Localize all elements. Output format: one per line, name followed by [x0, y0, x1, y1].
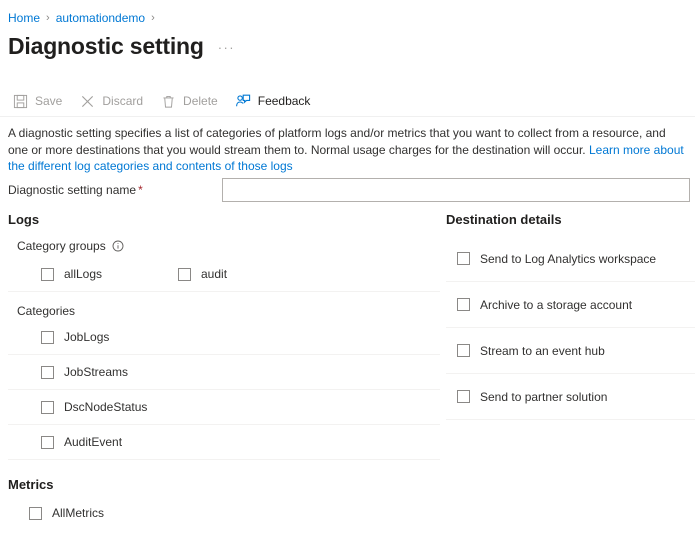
checkbox-archive-to-storage-account[interactable] — [457, 298, 470, 311]
description-text: A diagnostic setting specifies a list of… — [8, 125, 686, 175]
checkbox-send-to-partner-solution[interactable] — [457, 390, 470, 403]
checkbox-label-partner-solution: Send to partner solution — [480, 390, 607, 404]
checkbox-row-AllMetrics[interactable]: AllMetrics — [8, 496, 440, 530]
checkbox-row-JobLogs[interactable]: JobLogs — [8, 320, 440, 354]
checkbox-label-AuditEvent: AuditEvent — [64, 435, 122, 449]
checkbox-row-partner-solution[interactable]: Send to partner solution — [446, 374, 695, 419]
checkbox-JobStreams[interactable] — [41, 366, 54, 379]
breadcrumb-separator-icon: › — [46, 12, 50, 24]
discard-button[interactable]: Discard — [75, 88, 150, 114]
category-groups-label: Category groups — [17, 239, 440, 253]
checkbox-DscNodeStatus[interactable] — [41, 401, 54, 414]
checkbox-label-JobLogs: JobLogs — [64, 330, 109, 344]
save-icon — [12, 93, 29, 110]
metrics-list: AllMetrics — [8, 496, 440, 530]
trash-icon — [160, 93, 177, 110]
checkbox-row-JobStreams[interactable]: JobStreams — [8, 355, 440, 389]
checkbox-audit[interactable] — [178, 268, 191, 281]
checkbox-label-DscNodeStatus: DscNodeStatus — [64, 400, 147, 414]
save-button[interactable]: Save — [8, 88, 69, 114]
category-groups-list: allLogs audit — [8, 257, 440, 291]
checkbox-row-AuditEvent[interactable]: AuditEvent — [8, 425, 440, 459]
breadcrumb: Home › automationdemo › — [8, 11, 161, 25]
divider — [446, 419, 695, 420]
diagnostic-setting-name-input[interactable] — [222, 178, 690, 202]
logs-heading: Logs — [8, 212, 440, 227]
categories-label: Categories — [17, 304, 440, 318]
checkbox-AllMetrics[interactable] — [29, 507, 42, 520]
checkbox-row-DscNodeStatus[interactable]: DscNodeStatus — [8, 390, 440, 424]
feedback-button[interactable]: Feedback — [231, 88, 318, 114]
checkbox-label-JobStreams: JobStreams — [64, 365, 128, 379]
feedback-icon — [235, 93, 252, 110]
title-row: Diagnostic setting ··· — [8, 32, 235, 60]
name-label-text: Diagnostic setting name — [8, 183, 136, 197]
checkbox-label-allLogs: allLogs — [64, 267, 102, 281]
checkbox-row-event-hub[interactable]: Stream to an event hub — [446, 328, 695, 373]
diagnostic-setting-name-row: Diagnostic setting name* — [8, 178, 690, 202]
checkbox-row-storage-account[interactable]: Archive to a storage account — [446, 282, 695, 327]
checkbox-send-to-log-analytics-workspace[interactable] — [457, 252, 470, 265]
metrics-heading: Metrics — [8, 477, 440, 492]
delete-button[interactable]: Delete — [156, 88, 225, 114]
checkbox-stream-to-event-hub[interactable] — [457, 344, 470, 357]
more-options-icon[interactable]: ··· — [218, 37, 235, 55]
diagnostic-setting-name-label: Diagnostic setting name* — [8, 183, 222, 197]
checkbox-label-log-analytics: Send to Log Analytics workspace — [480, 252, 656, 266]
required-marker: * — [138, 183, 143, 197]
breadcrumb-item-automationdemo[interactable]: automationdemo — [56, 11, 145, 25]
checkbox-row-audit[interactable]: audit — [178, 257, 348, 291]
checkbox-allLogs[interactable] — [41, 268, 54, 281]
category-groups-text: Category groups — [17, 239, 106, 253]
checkbox-JobLogs[interactable] — [41, 331, 54, 344]
checkbox-label-storage-account: Archive to a storage account — [480, 298, 632, 312]
breadcrumb-separator-icon: › — [151, 12, 155, 24]
checkbox-label-AllMetrics: AllMetrics — [52, 506, 104, 520]
save-label: Save — [35, 94, 62, 108]
info-icon[interactable] — [112, 240, 124, 252]
feedback-label: Feedback — [258, 94, 311, 108]
command-bar: Save Discard Delete Fee — [8, 88, 323, 114]
delete-label: Delete — [183, 94, 218, 108]
divider — [8, 459, 440, 460]
checkbox-row-log-analytics[interactable]: Send to Log Analytics workspace — [446, 236, 695, 281]
description-body: A diagnostic setting specifies a list of… — [8, 126, 666, 157]
breadcrumb-item-home[interactable]: Home — [8, 11, 40, 25]
divider — [8, 291, 440, 292]
destination-details-section: Destination details Send to Log Analytic… — [446, 212, 695, 420]
logs-section: Logs Category groups allLogs audit Categ… — [8, 212, 440, 530]
checkbox-row-allLogs[interactable]: allLogs — [8, 257, 178, 291]
categories-list: JobLogs JobStreams DscNodeStatus AuditEv… — [8, 320, 440, 460]
checkbox-label-audit: audit — [201, 267, 227, 281]
close-icon — [79, 93, 96, 110]
checkbox-AuditEvent[interactable] — [41, 436, 54, 449]
checkbox-label-event-hub: Stream to an event hub — [480, 344, 605, 358]
destination-heading: Destination details — [446, 212, 695, 227]
command-bar-divider — [0, 116, 695, 117]
discard-label: Discard — [102, 94, 143, 108]
page-title: Diagnostic setting — [8, 32, 204, 60]
